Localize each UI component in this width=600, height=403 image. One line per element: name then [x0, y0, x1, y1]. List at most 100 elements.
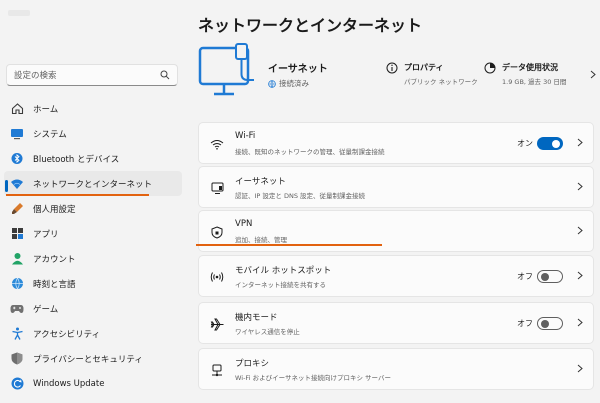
bluetooth-icon: [10, 152, 24, 166]
sidebar-item-personalization[interactable]: 個人用設定: [4, 196, 182, 221]
ethernet-card[interactable]: イーサネット 認証、IP 設定と DNS 設定、従量制課金接続: [198, 166, 594, 208]
sidebar-item-windows-update[interactable]: Windows Update: [4, 371, 182, 396]
ethernet-summary: イーサネット 接続済み プロパティ パブリック ネットワーク データ使用状況 1…: [198, 42, 600, 110]
ethernet-status-text: 接続済み: [279, 79, 309, 88]
monitor-ethernet-icon: [198, 43, 254, 96]
network-icon: [10, 177, 24, 191]
airplane-icon: [209, 316, 225, 332]
data-usage-icon: [484, 62, 496, 74]
proxy-icon: [209, 362, 225, 378]
chevron-right-icon[interactable]: [577, 364, 583, 373]
annotation-underline: [6, 194, 149, 196]
brush-icon: [10, 202, 24, 216]
ethernet-status: 接続済み: [268, 78, 309, 89]
update-icon: [10, 377, 24, 391]
sidebar-item-bluetooth[interactable]: Bluetooth とデバイス: [4, 146, 182, 171]
annotation-underline: [196, 244, 382, 246]
home-icon: [10, 102, 24, 116]
sidebar-item-gaming[interactable]: ゲーム: [4, 296, 182, 321]
sidebar-item-label: プライバシーとセキュリティ: [33, 354, 143, 365]
wifi-toggle[interactable]: [537, 137, 563, 150]
sidebar-item-system[interactable]: システム: [4, 121, 182, 146]
wifi-title: Wi-Fi: [235, 131, 256, 141]
sidebar-item-label: アカウント: [33, 254, 76, 265]
vpn-subtitle: 追加、接続、管理: [235, 236, 287, 244]
proxy-card[interactable]: プロキシ Wi-Fi およびイーサネット接続向けプロキシ サーバー: [198, 348, 594, 390]
active-indicator: [5, 180, 8, 192]
account-placeholder: [8, 10, 30, 16]
shield-icon: [10, 352, 24, 366]
chevron-right-icon[interactable]: [590, 70, 596, 79]
properties-link[interactable]: プロパティ パブリック ネットワーク: [386, 62, 478, 86]
vpn-shield-icon: [209, 224, 225, 240]
hotspot-title: モバイル ホットスポット: [235, 266, 332, 276]
sidebar-item-accessibility[interactable]: アクセシビリティ: [4, 321, 182, 346]
airplane-subtitle: ワイヤレス通信を停止: [235, 328, 300, 336]
sidebar-item-apps[interactable]: アプリ: [4, 221, 182, 246]
toggle-knob: [552, 139, 560, 148]
ethernet-icon: [209, 180, 225, 196]
sidebar-item-label: Bluetooth とデバイス: [33, 154, 120, 165]
sidebar-item-label: ネットワークとインターネット: [33, 179, 153, 190]
system-icon: [10, 127, 24, 141]
proxy-title: プロキシ: [235, 359, 270, 369]
apps-icon: [10, 227, 24, 241]
ethernet-card-subtitle: 認証、IP 設定と DNS 設定、従量制課金接続: [235, 192, 366, 200]
sidebar-nav: ホーム システム Bluetooth とデバイス ネットワークとインターネット …: [4, 96, 182, 396]
sidebar-item-label: アクセシビリティ: [33, 329, 101, 340]
mobile-hotspot-card[interactable]: モバイル ホットスポット インターネット接続を共有する オフ: [198, 255, 594, 297]
sidebar: 設定の検索 ホーム システム Bluetooth とデバイス ネットワークとイン…: [0, 0, 185, 403]
accessibility-icon: [10, 327, 24, 341]
account-icon: [10, 252, 24, 266]
sidebar-item-network[interactable]: ネットワークとインターネット: [4, 171, 182, 196]
properties-title: プロパティ: [404, 63, 444, 72]
data-usage-link[interactable]: データ使用状況 1.9 GB, 過去 30 日間: [484, 62, 566, 86]
sidebar-item-label: ホーム: [33, 104, 59, 115]
sidebar-item-label: アプリ: [33, 229, 59, 240]
airplane-toggle[interactable]: [537, 317, 563, 330]
page-title: ネットワークとインターネット: [198, 16, 423, 35]
globe-icon: [10, 277, 24, 291]
properties-sub: パブリック ネットワーク: [404, 78, 478, 86]
search-icon: [160, 70, 170, 80]
wifi-icon: [209, 136, 225, 152]
toggle-knob: [540, 319, 549, 328]
main-content: ネットワークとインターネット イーサネット 接続済み プロパティ パブリック ネ…: [190, 0, 600, 403]
data-usage-sub: 1.9 GB, 過去 30 日間: [502, 78, 567, 86]
info-icon: [386, 62, 398, 74]
hotspot-subtitle: インターネット接続を共有する: [235, 281, 326, 289]
chevron-right-icon[interactable]: [577, 182, 583, 191]
wifi-card[interactable]: Wi-Fi 接続、既知のネットワークの管理、従量制課金接続 オン: [198, 122, 594, 164]
proxy-subtitle: Wi-Fi およびイーサネット接続向けプロキシ サーバー: [235, 374, 391, 382]
hotspot-state-label: オフ: [517, 272, 533, 281]
data-usage-title: データ使用状況: [502, 63, 558, 72]
airplane-state-label: オフ: [517, 319, 533, 328]
wifi-state-label: オン: [517, 139, 533, 148]
search-box[interactable]: 設定の検索: [6, 64, 178, 86]
ethernet-title: イーサネット: [268, 64, 328, 75]
sidebar-item-label: システム: [33, 129, 67, 140]
globe-small-icon: [268, 79, 276, 88]
chevron-right-icon[interactable]: [577, 271, 583, 280]
chevron-right-icon[interactable]: [577, 138, 583, 147]
airplane-mode-card[interactable]: 機内モード ワイヤレス通信を停止 オフ: [198, 302, 594, 344]
vpn-title: VPN: [235, 219, 253, 229]
toggle-knob: [540, 272, 549, 281]
sidebar-item-home[interactable]: ホーム: [4, 96, 182, 121]
wifi-subtitle: 接続、既知のネットワークの管理、従量制課金接続: [235, 148, 385, 156]
sidebar-item-label: Windows Update: [33, 378, 105, 389]
hotspot-toggle[interactable]: [537, 270, 563, 283]
sidebar-item-label: ゲーム: [33, 304, 59, 315]
chevron-right-icon[interactable]: [577, 318, 583, 327]
sidebar-item-accounts[interactable]: アカウント: [4, 246, 182, 271]
sidebar-item-time-language[interactable]: 時刻と言語: [4, 271, 182, 296]
airplane-title: 機内モード: [235, 313, 278, 323]
search-input[interactable]: 設定の検索: [14, 69, 160, 81]
sidebar-item-privacy[interactable]: プライバシーとセキュリティ: [4, 346, 182, 371]
chevron-right-icon[interactable]: [577, 226, 583, 235]
sidebar-item-label: 時刻と言語: [33, 279, 76, 290]
game-icon: [10, 302, 24, 316]
sidebar-item-label: 個人用設定: [33, 204, 76, 215]
ethernet-card-title: イーサネット: [235, 177, 286, 187]
hotspot-icon: [209, 269, 225, 285]
